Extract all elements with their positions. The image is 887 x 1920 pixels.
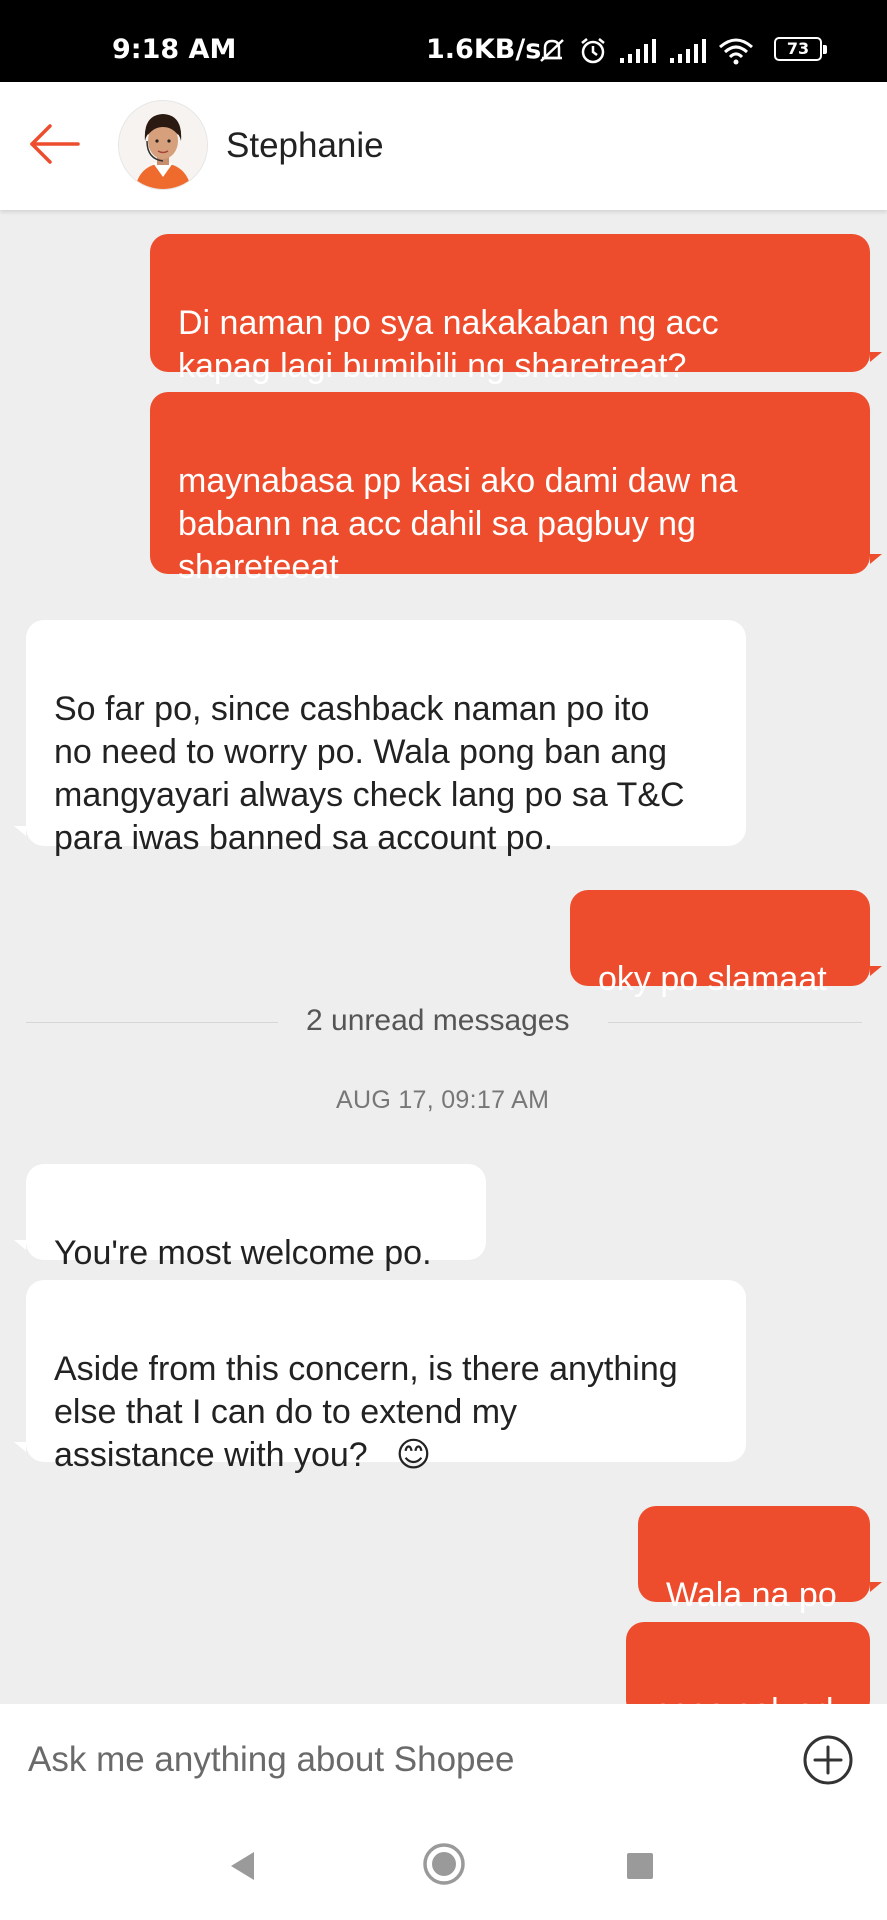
bubble-tail — [14, 826, 26, 836]
system-nav-bar — [0, 1812, 887, 1920]
message-text: You're most welcome po. — [54, 1234, 432, 1272]
message-text: Wala na po — [666, 1576, 837, 1614]
bubble-tail — [14, 1240, 26, 1250]
divider-line — [26, 1022, 278, 1023]
mute-icon — [540, 39, 564, 62]
plus-circle-icon[interactable] — [802, 1734, 854, 1786]
incoming-message[interactable]: Aside from this concern, is there anythi… — [26, 1280, 746, 1475]
message-input[interactable]: Ask me anything about Shopee — [28, 1740, 514, 1780]
message-list[interactable]: Di naman po sya nakakaban ng acc kapag l… — [0, 210, 887, 1704]
outgoing-message[interactable]: case solved — [626, 1622, 870, 1704]
outgoing-message[interactable]: Wala na po — [638, 1506, 870, 1614]
outgoing-message[interactable]: Di naman po sya nakakaban ng acc kapag l… — [150, 234, 870, 385]
avatar[interactable] — [118, 100, 208, 190]
agent-name: Stephanie — [226, 126, 384, 165]
incoming-message[interactable]: So far po, since cashback naman po ito n… — [26, 620, 746, 857]
battery-icon: 73 — [774, 37, 822, 61]
alarm-icon — [581, 38, 605, 64]
divider-line — [608, 1022, 862, 1023]
message-text: Di naman po sya nakakaban ng acc kapag l… — [178, 304, 719, 385]
message-text: maynabasa pp kasi ako dami daw na babann… — [178, 462, 738, 586]
chat-header: Stephanie — [0, 82, 887, 210]
unread-divider: 2 unread messages — [306, 1004, 570, 1037]
agent-avatar-image — [119, 101, 207, 189]
battery-level: 73 — [786, 39, 810, 58]
bubble-tail — [870, 352, 882, 362]
message-text: oky po slamaat — [598, 960, 827, 998]
network-speed: 1.6KB/s — [426, 34, 542, 65]
message-text: So far po, since cashback naman po ito n… — [54, 690, 685, 857]
date-timestamp: AUG 17, 09:17 AM — [336, 1086, 550, 1114]
bubble-tail — [870, 1582, 882, 1592]
outgoing-message[interactable]: oky po slamaat — [570, 890, 870, 998]
nav-back-icon[interactable] — [228, 1850, 258, 1882]
status-time: 9:18 AM — [112, 34, 237, 65]
signal-icon — [620, 39, 656, 63]
signal-icon — [670, 39, 706, 63]
nav-recent-apps-icon[interactable] — [626, 1852, 654, 1880]
status-bar: 9:18 AM 1.6KB/s 73 — [0, 0, 887, 82]
bubble-tail — [870, 554, 882, 564]
message-input-bar: Ask me anything about Shopee — [0, 1704, 887, 1813]
status-icons — [536, 36, 754, 66]
nav-home-icon[interactable] — [422, 1842, 466, 1886]
bubble-tail — [14, 1442, 26, 1452]
smiley-emoji-icon: 😊 — [395, 1435, 432, 1475]
message-text: Aside from this concern, is there anythi… — [54, 1350, 678, 1474]
incoming-message[interactable]: You're most welcome po. — [26, 1164, 486, 1272]
message-text: case solved — [654, 1692, 834, 1704]
battery-tip — [823, 45, 827, 54]
wifi-icon — [719, 38, 753, 65]
arrow-left-icon[interactable] — [28, 122, 80, 166]
outgoing-message[interactable]: maynabasa pp kasi ako dami daw na babann… — [150, 392, 870, 586]
bubble-tail — [870, 966, 882, 976]
